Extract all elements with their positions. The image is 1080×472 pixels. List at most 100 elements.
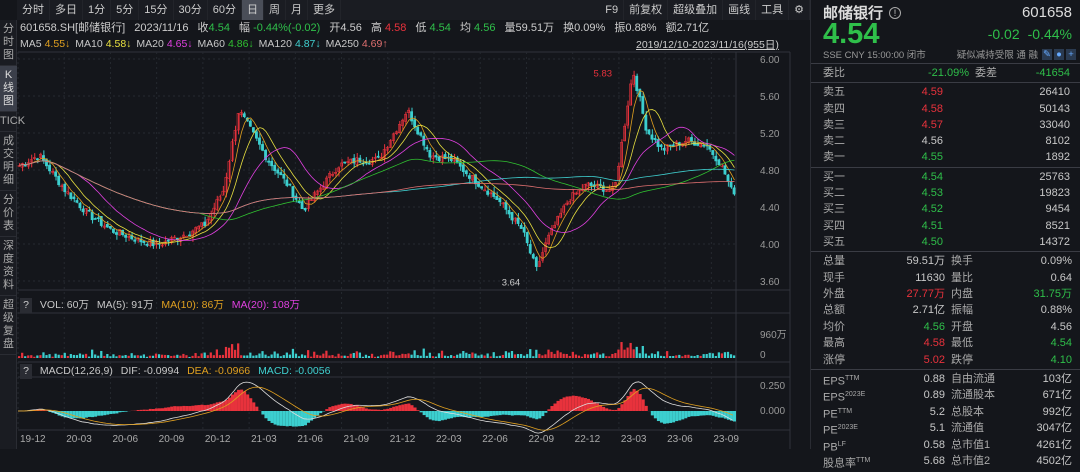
volume-bar: [216, 349, 218, 358]
volume-bar: [703, 354, 705, 358]
add-icon[interactable]: +: [1066, 49, 1076, 60]
volume-bar: [249, 353, 251, 358]
kline-chart[interactable]: 6.005.605.204.804.404.003.6019-1220-0320…: [0, 0, 810, 449]
volume-bar: [258, 354, 260, 358]
volume-bar: [499, 356, 501, 358]
macd-bar: [146, 410, 149, 411]
candle: [289, 184, 291, 185]
weibi-label: 委比: [823, 65, 883, 81]
candle: [511, 212, 513, 220]
macd-bar: [426, 411, 429, 417]
macd-bar: [82, 411, 85, 419]
volume-bar: [118, 355, 120, 358]
stat-value: 4.58: [873, 335, 945, 351]
macd-bar: [392, 407, 395, 411]
y-tick-label: 3.60: [760, 277, 780, 288]
macd-bar: [289, 411, 292, 426]
level-qty: 14372: [943, 234, 1070, 250]
macd-bar: [271, 411, 274, 423]
volume-bar: [185, 355, 187, 358]
level-price: 4.58: [883, 101, 943, 117]
candle: [660, 145, 662, 147]
candle: [280, 172, 282, 174]
volume-bar: [149, 356, 151, 358]
candle: [480, 186, 482, 188]
volume-bar: [654, 354, 656, 358]
volume-bar: [201, 353, 203, 358]
order-level: 买五4.5014372: [811, 234, 1080, 250]
candle: [344, 162, 346, 163]
volume-axis-label: 960万: [760, 330, 787, 341]
stat-row: 均价4.56开盘4.56: [811, 319, 1080, 335]
macd-bar: [514, 411, 517, 415]
macd-bar: [313, 411, 316, 418]
stat-value: 27.77万: [873, 286, 945, 302]
help-button[interactable]: ?: [20, 298, 32, 313]
level-price: 4.56: [883, 133, 943, 149]
macd-bar: [511, 411, 514, 416]
macd-bar: [666, 411, 669, 423]
volume-bar: [426, 356, 428, 358]
volume-bar: [325, 351, 327, 358]
volume-bar: [398, 355, 400, 358]
volume-bar: [645, 354, 647, 358]
candle: [712, 150, 714, 154]
volume-bar: [295, 354, 297, 358]
level-price: 4.55: [883, 149, 943, 165]
candle: [267, 161, 269, 162]
candle: [106, 224, 108, 227]
volume-bar: [699, 356, 701, 358]
volume-bar: [483, 356, 485, 358]
volume-bar: [602, 353, 604, 358]
macd-bar: [718, 411, 721, 418]
price-annotation: 3.64: [502, 277, 521, 288]
macd-bar: [709, 411, 712, 415]
macd-bar: [173, 406, 176, 411]
candle: [523, 227, 525, 232]
volume-bar: [219, 355, 221, 358]
volume-bar: [27, 355, 29, 358]
bell-icon[interactable]: ●: [1054, 49, 1064, 60]
volume-bar: [471, 353, 473, 358]
macd-bar: [307, 411, 310, 423]
candle: [508, 210, 510, 214]
macd-bar: [374, 410, 377, 411]
volume-bar: [538, 354, 540, 358]
volume-bar: [706, 354, 708, 358]
stat-value: 2.71亿: [873, 302, 945, 318]
volume-bar: [368, 356, 370, 358]
volume-bar: [681, 356, 683, 358]
macd-bar: [249, 398, 252, 411]
volume-bar: [581, 357, 583, 358]
edit-icon[interactable]: ✎: [1042, 49, 1052, 60]
volume-bar: [292, 349, 294, 358]
volume-bar: [557, 351, 559, 358]
macd-bar: [176, 406, 179, 411]
volume-bar: [493, 352, 495, 358]
volume-bar: [414, 350, 416, 358]
volume-bar: [730, 354, 732, 358]
level-label: 买五: [823, 234, 883, 250]
price-change: -0.02: [988, 26, 1020, 42]
volume-bar: [134, 355, 136, 358]
candle: [715, 156, 717, 161]
volume-bar: [395, 355, 397, 358]
candle: [410, 112, 412, 121]
volume-bar: [566, 354, 568, 358]
candle: [718, 160, 720, 165]
macd-bar: [487, 411, 490, 417]
volume-bar: [210, 352, 212, 358]
fund-label-sup: 2023E: [838, 424, 858, 431]
macd-bar: [581, 397, 584, 411]
info-icon[interactable]: !: [889, 7, 901, 19]
candle: [444, 154, 446, 158]
macd-bar: [690, 411, 693, 416]
volume-bar: [678, 355, 680, 358]
volume-bar: [468, 354, 470, 358]
help-button[interactable]: ?: [20, 364, 32, 379]
candle: [435, 155, 437, 157]
x-tick-label: 19-12: [20, 434, 46, 445]
candle: [274, 165, 276, 170]
macd-bar: [547, 409, 550, 411]
macd-bar: [261, 411, 264, 415]
